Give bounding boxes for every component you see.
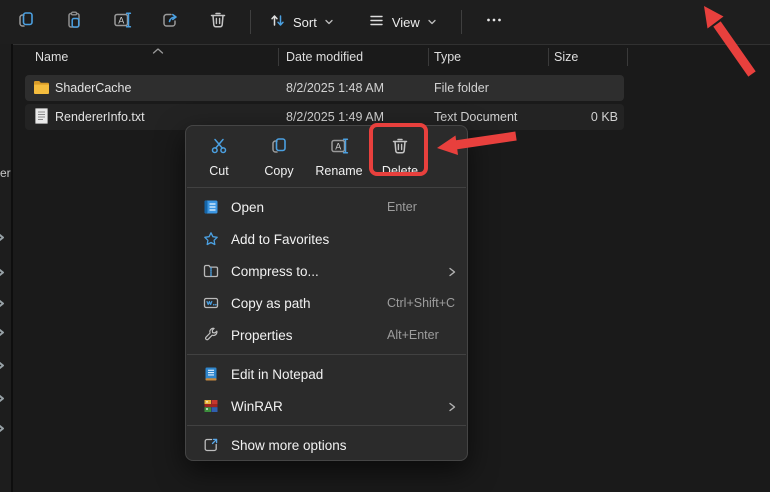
chevron-right-icon[interactable] bbox=[0, 296, 5, 314]
svg-text:A: A bbox=[118, 15, 124, 25]
menu-separator bbox=[187, 425, 466, 426]
menu-item-compress-to[interactable]: Compress to... bbox=[186, 255, 467, 287]
cut-icon bbox=[209, 136, 229, 159]
menu-item-label: Edit in Notepad bbox=[231, 367, 323, 382]
menu-shortcut: Enter bbox=[387, 200, 417, 214]
chevron-down-icon bbox=[427, 15, 437, 30]
view-dropdown[interactable]: View bbox=[358, 5, 447, 39]
toolbar-divider bbox=[0, 44, 770, 45]
column-header-name[interactable]: Name bbox=[35, 45, 68, 69]
more-options-button[interactable] bbox=[476, 5, 512, 39]
file-date: 8/2/2025 1:49 AM bbox=[286, 110, 384, 124]
copy-icon bbox=[269, 136, 289, 159]
paste-icon bbox=[64, 10, 84, 35]
chevron-right-icon[interactable] bbox=[0, 391, 5, 409]
menu-item-label: Add to Favorites bbox=[231, 232, 329, 247]
rename-icon: A bbox=[112, 10, 133, 35]
submenu-chevron-icon bbox=[447, 400, 457, 418]
menu-item-winrar[interactable]: WinRAR bbox=[186, 390, 467, 422]
share-icon bbox=[160, 10, 180, 35]
wrench-icon bbox=[202, 327, 219, 343]
menu-item-properties[interactable]: Properties Alt+Enter bbox=[186, 319, 467, 351]
rename-button[interactable]: A bbox=[104, 5, 140, 39]
trash-icon bbox=[390, 136, 410, 159]
chevron-down-icon bbox=[324, 15, 334, 30]
context-menu: Cut Copy A Rename bbox=[185, 125, 468, 461]
menu-item-copy-as-path[interactable]: Copy as path Ctrl+Shift+C bbox=[186, 287, 467, 319]
file-name: RendererInfo.txt bbox=[55, 110, 145, 124]
toolbar-separator bbox=[461, 10, 462, 34]
folder-icon bbox=[33, 80, 50, 98]
cut-button[interactable]: Cut bbox=[190, 132, 248, 182]
rename-button[interactable]: A Rename bbox=[310, 132, 368, 182]
svg-text:A: A bbox=[335, 141, 341, 151]
column-header-size[interactable]: Size bbox=[554, 45, 578, 69]
menu-item-label: Properties bbox=[231, 328, 293, 343]
menu-item-show-more-options[interactable]: Show more options bbox=[186, 429, 467, 461]
menu-separator bbox=[187, 354, 466, 355]
file-size: 0 KB bbox=[488, 110, 618, 124]
menu-item-label: Show more options bbox=[231, 438, 347, 453]
menu-item-label: WinRAR bbox=[231, 399, 283, 414]
file-name: ShaderCache bbox=[55, 81, 131, 95]
more-icon bbox=[485, 11, 503, 34]
copy-as-path-icon bbox=[202, 295, 219, 311]
column-header-type[interactable]: Type bbox=[434, 45, 461, 69]
pane-splitter[interactable] bbox=[11, 44, 13, 492]
winrar-icon bbox=[202, 398, 219, 414]
column-divider[interactable] bbox=[548, 48, 549, 66]
menu-item-label: Open bbox=[231, 200, 264, 215]
sort-icon bbox=[269, 12, 286, 32]
rename-icon: A bbox=[329, 136, 350, 159]
submenu-chevron-icon bbox=[447, 265, 457, 283]
file-date: 8/2/2025 1:48 AM bbox=[286, 81, 384, 95]
text-file-icon bbox=[35, 108, 48, 127]
view-label: View bbox=[392, 15, 420, 30]
menu-shortcut: Alt+Enter bbox=[387, 328, 439, 342]
sort-dropdown[interactable]: Sort bbox=[259, 5, 344, 39]
delete-button[interactable]: Delete bbox=[371, 132, 429, 182]
trash-icon bbox=[208, 10, 228, 35]
sort-label: Sort bbox=[293, 15, 317, 30]
menu-item-open[interactable]: Open Enter bbox=[186, 191, 467, 223]
file-row-shadercache[interactable]: ShaderCache 8/2/2025 1:48 AM File folder bbox=[25, 75, 624, 101]
chevron-right-icon[interactable] bbox=[0, 358, 5, 376]
open-icon bbox=[202, 199, 219, 215]
menu-item-edit-in-notepad[interactable]: Edit in Notepad bbox=[186, 358, 467, 390]
menu-separator bbox=[187, 187, 466, 188]
share-button[interactable] bbox=[152, 5, 188, 39]
chevron-right-icon[interactable] bbox=[0, 325, 5, 343]
rename-label: Rename bbox=[315, 164, 362, 178]
context-menu-action-bar: Cut Copy A Rename bbox=[186, 130, 467, 184]
sort-ascending-caret-icon bbox=[151, 42, 165, 60]
toolbar-separator bbox=[250, 10, 251, 34]
menu-shortcut: Ctrl+Shift+C bbox=[387, 296, 455, 310]
chevron-right-icon[interactable] bbox=[0, 230, 5, 248]
toolbar: A bbox=[0, 0, 770, 44]
column-divider[interactable] bbox=[428, 48, 429, 66]
delete-label: Delete bbox=[382, 164, 418, 178]
chevron-right-icon[interactable] bbox=[0, 421, 5, 439]
show-more-options-icon bbox=[202, 437, 219, 453]
column-divider[interactable] bbox=[278, 48, 279, 66]
copy-button[interactable] bbox=[8, 5, 44, 39]
copy-label: Copy bbox=[264, 164, 293, 178]
star-icon bbox=[202, 231, 219, 247]
chevron-right-icon[interactable] bbox=[0, 265, 5, 283]
paste-button[interactable] bbox=[56, 5, 92, 39]
view-icon bbox=[368, 12, 385, 32]
menu-item-add-to-favorites[interactable]: Add to Favorites bbox=[186, 223, 467, 255]
menu-item-label: Compress to... bbox=[231, 264, 319, 279]
notepad-icon bbox=[202, 366, 219, 382]
file-type: File folder bbox=[434, 81, 489, 95]
copy-icon bbox=[16, 10, 36, 35]
column-divider[interactable] bbox=[627, 48, 628, 66]
menu-item-label: Copy as path bbox=[231, 296, 311, 311]
copy-button[interactable]: Copy bbox=[250, 132, 308, 182]
column-header-date-modified[interactable]: Date modified bbox=[286, 45, 363, 69]
delete-button[interactable] bbox=[200, 5, 236, 39]
compress-icon bbox=[202, 263, 219, 279]
cut-label: Cut bbox=[209, 164, 228, 178]
